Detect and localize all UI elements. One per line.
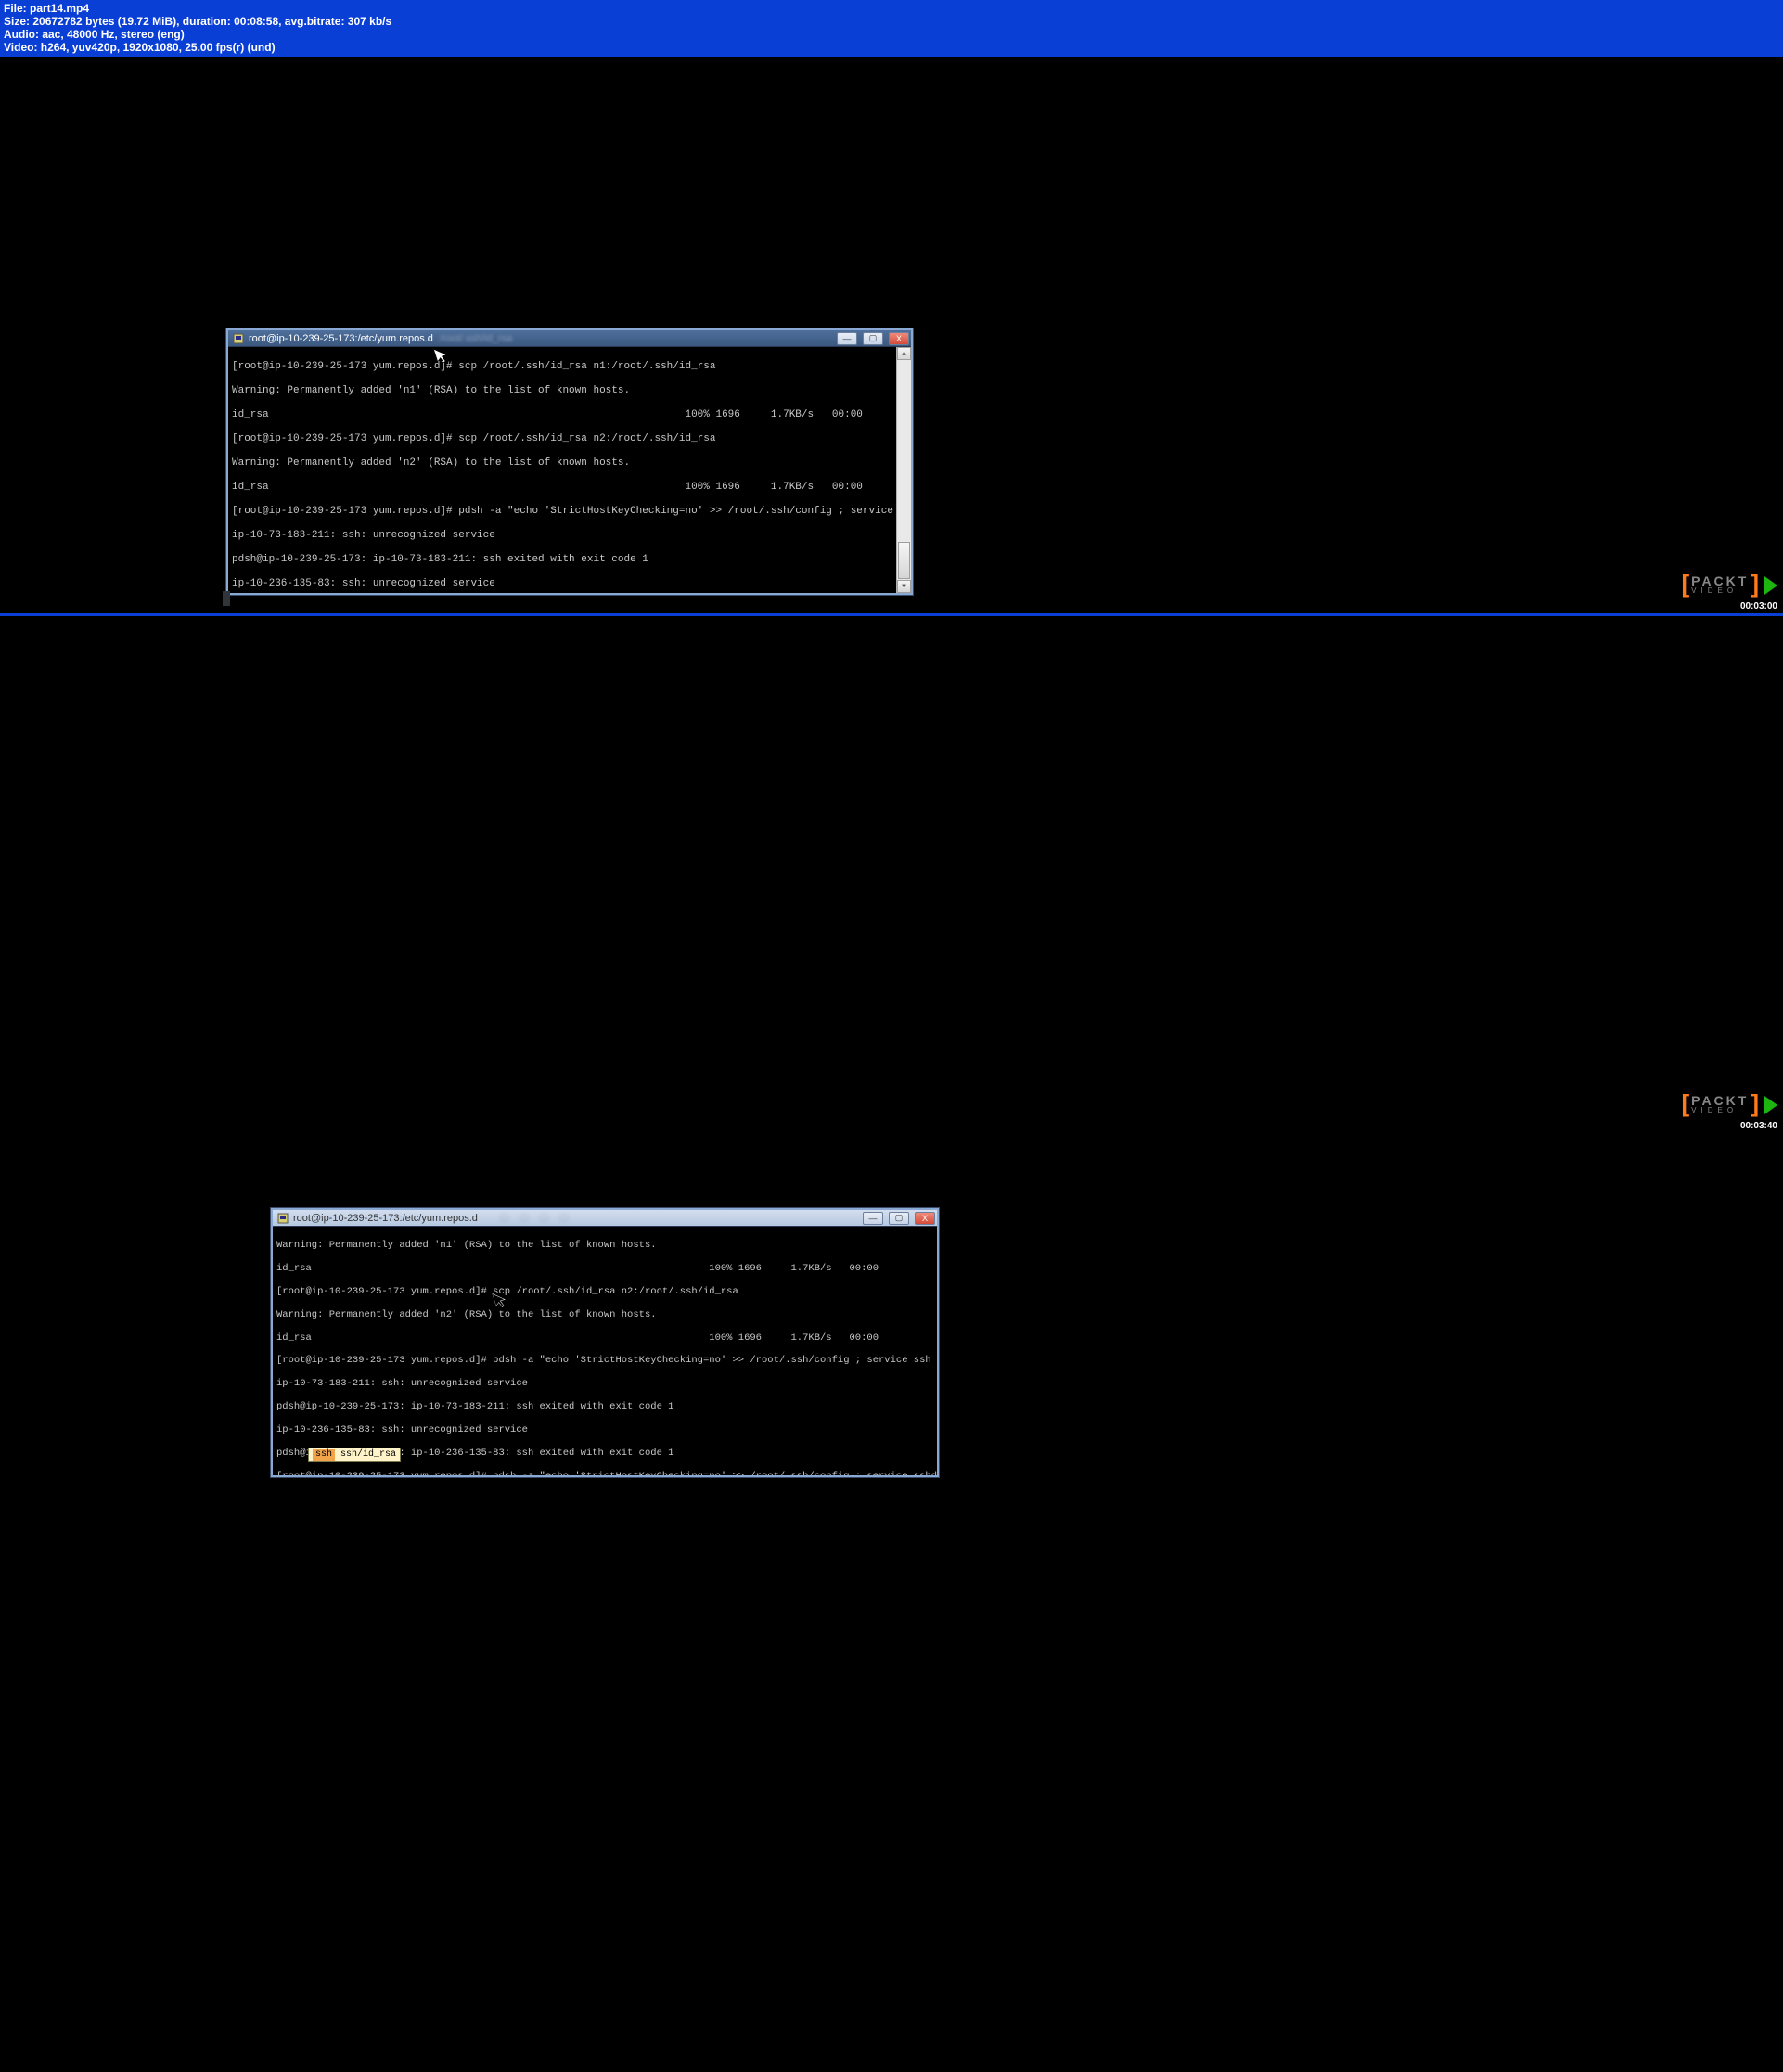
term-line: [root@ip-10-239-25-173 yum.repos.d]# pds… xyxy=(276,1355,933,1366)
titlebar[interactable]: root@ip-10-239-25-173:/etc/yum.repos.d ▢… xyxy=(273,1210,937,1227)
minimize-button[interactable]: — xyxy=(837,332,857,345)
autocomplete-selected[interactable]: ssh xyxy=(313,1449,335,1461)
bracket-open-icon: [ xyxy=(1681,1089,1689,1118)
window-title: root@ip-10-239-25-173:/etc/yum.repos.d /… xyxy=(249,333,831,344)
window-shadow xyxy=(223,591,230,606)
close-button[interactable]: X xyxy=(915,1212,935,1225)
putty-icon xyxy=(232,332,245,345)
autocomplete-popup[interactable]: ssh ssh/id_rsa xyxy=(308,1448,401,1462)
background-tabs-blurred: ▢▢▢▢ xyxy=(481,1210,857,1226)
media-info-audio: Audio: aac, 48000 Hz, stereo (eng) xyxy=(4,28,1779,41)
bracket-close-icon: ] xyxy=(1751,1089,1759,1118)
terminal-window-2[interactable]: root@ip-10-239-25-173:/etc/yum.repos.d ▢… xyxy=(271,1208,939,1477)
window-title: root@ip-10-239-25-173:/etc/yum.repos.d xyxy=(293,1213,478,1224)
bracket-close-icon: ] xyxy=(1751,570,1759,598)
scroll-up-button[interactable]: ▲ xyxy=(897,347,911,360)
scroll-thumb[interactable] xyxy=(898,542,910,579)
term-line: [root@ip-10-239-25-173 yum.repos.d]# pds… xyxy=(276,1471,933,1475)
titlebar[interactable]: root@ip-10-239-25-173:/etc/yum.repos.d /… xyxy=(228,330,911,347)
term-line: ip-10-73-183-211: ssh: unrecognized serv… xyxy=(232,530,896,542)
term-line: id_rsa 100% 1696 1.7KB/s 00:00 xyxy=(232,409,896,421)
autocomplete-item[interactable]: ssh/id_rsa xyxy=(340,1449,396,1461)
play-icon xyxy=(1764,576,1777,595)
scroll-down-button[interactable]: ▼ xyxy=(897,580,911,593)
term-line: Warning: Permanently added 'n2' (RSA) to… xyxy=(276,1309,933,1320)
video-frame-1: root@ip-10-239-25-173:/etc/yum.repos.d /… xyxy=(0,57,1783,616)
packt-logo: [ PACKT VIDEO ] xyxy=(1681,570,1777,598)
media-info-banner: File: part14.mp4 Size: 20672782 bytes (1… xyxy=(0,0,1783,57)
term-line: ip-10-236-135-83: ssh: unrecognized serv… xyxy=(232,578,896,590)
term-line: pdsh@ip-10-239-25-173: ip-10-73-183-211:… xyxy=(232,554,896,566)
terminal-output[interactable]: Warning: Permanently added 'n1' (RSA) to… xyxy=(273,1227,937,1475)
term-line: id_rsa 100% 1696 1.7KB/s 00:00 xyxy=(276,1263,933,1274)
vertical-scrollbar[interactable]: ▲ ▼ xyxy=(896,347,911,593)
term-line: [root@ip-10-239-25-173 yum.repos.d]# pds… xyxy=(232,506,896,518)
media-info-video: Video: h264, yuv420p, 1920x1080, 25.00 f… xyxy=(4,41,1779,54)
media-info-file: File: part14.mp4 xyxy=(4,2,1779,15)
terminal-output[interactable]: [root@ip-10-239-25-173 yum.repos.d]# scp… xyxy=(228,347,911,593)
term-line: [root@ip-10-239-25-173 yum.repos.d]# scp… xyxy=(276,1286,933,1297)
term-line: ip-10-73-183-211: ssh: unrecognized serv… xyxy=(276,1378,933,1389)
maximize-button[interactable]: ▢ xyxy=(889,1212,909,1225)
term-line: pdsh@ip-10-239-25-173: ip-10-73-183-211:… xyxy=(276,1401,933,1412)
bracket-open-icon: [ xyxy=(1681,570,1689,598)
term-line: Warning: Permanently added 'n2' (RSA) to… xyxy=(232,457,896,470)
media-info-size: Size: 20672782 bytes (19.72 MiB), durati… xyxy=(4,15,1779,28)
term-line: Warning: Permanently added 'n1' (RSA) to… xyxy=(276,1240,933,1251)
term-line: [root@ip-10-239-25-173 yum.repos.d]# scp… xyxy=(232,361,896,373)
term-line: Warning: Permanently added 'n1' (RSA) to… xyxy=(232,385,896,397)
packt-logo: [ PACKT VIDEO ] xyxy=(1681,1089,1777,1118)
frame-timecode: 00:03:00 xyxy=(1740,601,1777,611)
close-button[interactable]: X xyxy=(889,332,909,345)
video-frame-2: root@ip-10-239-25-173:/etc/yum.repos.d ▢… xyxy=(0,616,1783,1133)
terminal-window-1[interactable]: root@ip-10-239-25-173:/etc/yum.repos.d /… xyxy=(226,328,913,595)
play-icon xyxy=(1764,1096,1777,1114)
term-line: [root@ip-10-239-25-173 yum.repos.d]# scp… xyxy=(232,433,896,445)
term-line: ip-10-236-135-83: ssh: unrecognized serv… xyxy=(276,1424,933,1435)
putty-icon xyxy=(276,1212,289,1225)
term-line: id_rsa 100% 1696 1.7KB/s 00:00 xyxy=(232,482,896,494)
frame-timecode: 00:03:40 xyxy=(1740,1121,1777,1131)
term-line: id_rsa 100% 1696 1.7KB/s 00:00 xyxy=(276,1332,933,1344)
minimize-button[interactable]: — xyxy=(863,1212,883,1225)
maximize-button[interactable]: ▢ xyxy=(863,332,883,345)
